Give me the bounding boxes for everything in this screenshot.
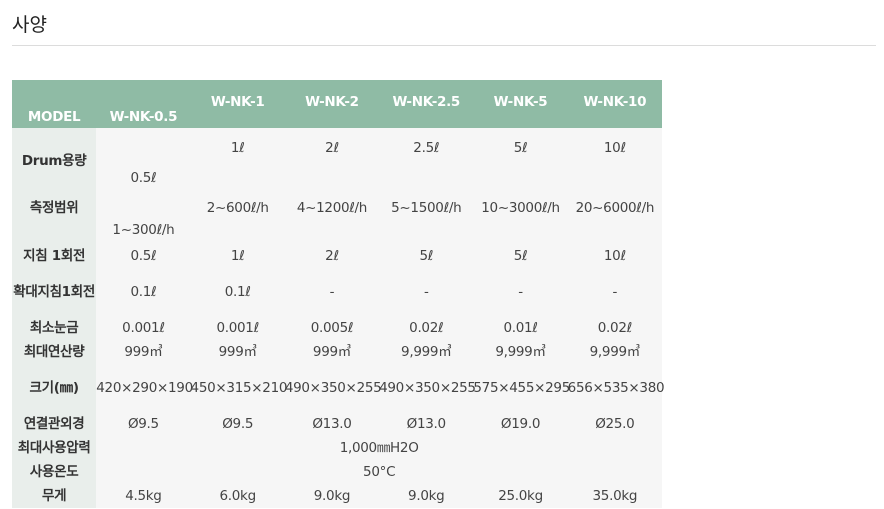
table-cell: 0.5ℓ <box>96 244 191 268</box>
table-cell: 999㎥ <box>96 340 191 364</box>
row-label: 최소눈금 <box>12 316 97 340</box>
table-row-max-count: 최대연산량 999㎥ 999㎥ 999㎥ 9,999㎥ 9,999㎥ 9,999… <box>12 340 662 364</box>
table-cell: Ø9.5 <box>96 412 191 436</box>
header-row: MODEL W-NK-0.5 W-NK-1 W-NK-2 W-NK-2.5 W-… <box>12 80 662 128</box>
table-cell: 10ℓ <box>567 244 662 268</box>
table-cell: 450×315×210 <box>190 364 287 412</box>
table-cell: 5~1500ℓ/h <box>379 194 474 244</box>
table-row-pressure: 최대사용압력 1,000㎜H2O <box>12 436 662 460</box>
table-cell: 999㎥ <box>284 340 380 364</box>
table-cell: 490×350×255 <box>284 364 382 412</box>
model-header-cell: W-NK-0.5 <box>96 80 191 128</box>
table-row-range: 측정범위 1~300ℓ/h 2~600ℓ/h 4~1200ℓ/h 5~1500ℓ… <box>12 194 662 244</box>
table-cell: 4~1200ℓ/h <box>284 194 380 244</box>
table-cell: 0.01ℓ <box>473 316 568 340</box>
table-cell: 0.001ℓ <box>190 316 285 340</box>
table-row-connection: 연결관외경 Ø9.5 Ø9.5 Ø13.0 Ø13.0 Ø19.0 Ø25.0 <box>12 412 662 436</box>
row-label: 최대연산량 <box>12 340 97 364</box>
row-label: 지침 1회전 <box>12 244 97 268</box>
table-row-magnified: 확대지침1회전 0.1ℓ 0.1ℓ - - - - <box>12 268 662 316</box>
table-cell: Ø13.0 <box>379 412 474 436</box>
table-cell: 5ℓ <box>473 244 568 268</box>
table-cell: Ø25.0 <box>567 412 662 436</box>
table-cell: 0.02ℓ <box>379 316 474 340</box>
spec-table: MODEL W-NK-0.5 W-NK-1 W-NK-2 W-NK-2.5 W-… <box>12 80 665 508</box>
table-cell: 0.1ℓ <box>96 268 191 316</box>
table-cell: 999㎥ <box>190 340 285 364</box>
table-cell: - <box>473 268 568 316</box>
table-cell: 5ℓ <box>379 244 474 268</box>
table-cell: 4.5kg <box>96 484 191 508</box>
table-cell: 0.1ℓ <box>190 268 285 316</box>
table-cell: 9,999㎥ <box>567 340 662 364</box>
table-cell: 9.0kg <box>284 484 380 508</box>
table-cell: Ø9.5 <box>190 412 285 436</box>
table-cell: 35.0kg <box>567 484 662 508</box>
row-label: 연결관외경 <box>12 412 97 436</box>
table-cell: 2ℓ <box>284 244 380 268</box>
row-label: 최대사용압력 <box>12 436 97 460</box>
row-label: 무게 <box>12 484 97 508</box>
table-cell: Ø19.0 <box>473 412 568 436</box>
title-divider <box>12 45 876 46</box>
table-cell: 1~300ℓ/h <box>96 194 191 244</box>
table-cell: 2.5ℓ <box>379 128 474 194</box>
model-header-cell: W-NK-1 <box>190 80 285 128</box>
table-cell: Ø13.0 <box>284 412 380 436</box>
table-row-temperature: 사용온도 50°C <box>12 460 662 484</box>
table-cell: 656×535×380 <box>567 364 665 412</box>
model-header-cell: W-NK-2.5 <box>379 80 474 128</box>
row-label: Drum용량 <box>12 128 97 194</box>
model-header-cell: W-NK-2 <box>284 80 380 128</box>
model-header-cell: W-NK-10 <box>567 80 662 128</box>
table-cell: 5ℓ <box>473 128 568 194</box>
table-cell: 9.0kg <box>379 484 474 508</box>
table-cell: 420×290×190 <box>96 364 193 412</box>
table-cell: 2~600ℓ/h <box>190 194 285 244</box>
table-cell: - <box>379 268 474 316</box>
table-cell: 10ℓ <box>567 128 662 194</box>
row-label: 사용온도 <box>12 460 97 484</box>
table-cell: - <box>567 268 662 316</box>
table-cell: 0.02ℓ <box>567 316 662 340</box>
table-cell: 9,999㎥ <box>379 340 474 364</box>
row-label: 크기(㎜) <box>12 364 97 412</box>
section-title: 사양 <box>12 14 47 36</box>
table-cell: 25.0kg <box>473 484 568 508</box>
table-row-drum: Drum용량 0.5ℓ 1ℓ 2ℓ 2.5ℓ 5ℓ 10ℓ <box>12 128 662 194</box>
table-row-weight: 무게 4.5kg 6.0kg 9.0kg 9.0kg 25.0kg 35.0kg <box>12 484 662 508</box>
table-cell: 575×455×295 <box>473 364 570 412</box>
table-cell: 10~3000ℓ/h <box>473 194 568 244</box>
table-cell: 9,999㎥ <box>473 340 568 364</box>
model-header: MODEL <box>12 80 97 128</box>
table-cell: 2ℓ <box>284 128 380 194</box>
model-header-cell: W-NK-5 <box>473 80 568 128</box>
table-cell: 0.005ℓ <box>284 316 380 340</box>
table-cell-merged: 1,000㎜H2O <box>96 436 662 460</box>
table-cell: - <box>284 268 380 316</box>
row-label: 확대지침1회전 <box>12 268 97 316</box>
table-cell: 1ℓ <box>190 128 285 194</box>
table-cell: 0.001ℓ <box>96 316 191 340</box>
row-label: 측정범위 <box>12 194 97 244</box>
table-cell: 1ℓ <box>190 244 285 268</box>
table-row-min-scale: 최소눈금 0.001ℓ 0.001ℓ 0.005ℓ 0.02ℓ 0.01ℓ 0.… <box>12 316 662 340</box>
table-row-revolution: 지침 1회전 0.5ℓ 1ℓ 2ℓ 5ℓ 5ℓ 10ℓ <box>12 244 662 268</box>
table-cell: 490×350×255 <box>379 364 476 412</box>
table-cell-merged: 50°C <box>96 460 662 484</box>
table-cell: 6.0kg <box>190 484 285 508</box>
table-cell: 0.5ℓ <box>96 128 191 194</box>
table-cell: 20~6000ℓ/h <box>567 194 662 244</box>
table-row-size: 크기(㎜) 420×290×190 450×315×210 490×350×25… <box>12 364 665 412</box>
